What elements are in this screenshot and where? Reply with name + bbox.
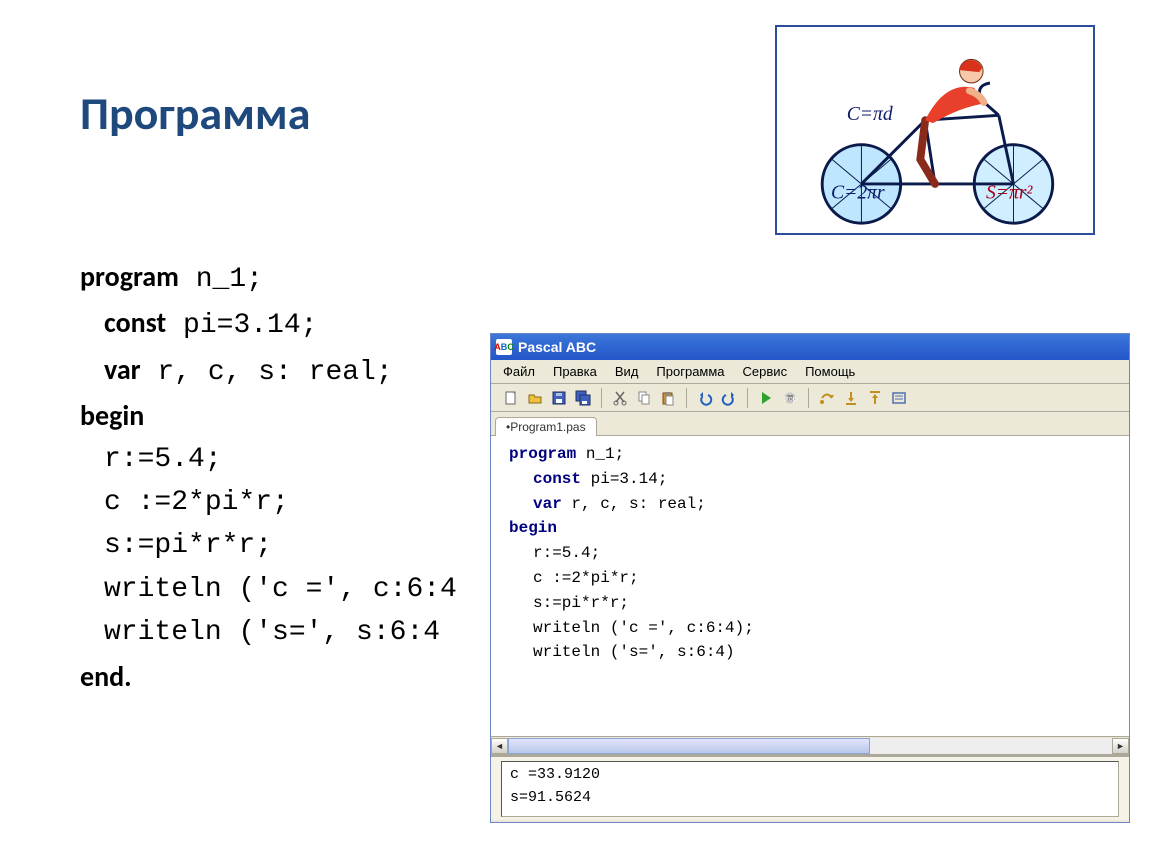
code-kw-program: program xyxy=(80,259,179,294)
editor-text: pi=3.14; xyxy=(581,470,667,488)
editor-text: writeln ('c =', c:6:4); xyxy=(509,616,1119,641)
editor-text: c :=2*pi*r; xyxy=(509,566,1119,591)
menu-help[interactable]: Помощь xyxy=(797,362,863,381)
scroll-thumb[interactable] xyxy=(508,738,870,754)
output-text: c =33.9120 s=91.5624 xyxy=(501,761,1119,817)
app-icon: ABC xyxy=(496,339,512,355)
code-text: r, c, s: real; xyxy=(141,357,393,388)
code-editor[interactable]: program n_1; const pi=3.14; var r, c, s:… xyxy=(491,436,1129,736)
new-file-icon[interactable] xyxy=(501,388,521,408)
step-into-icon[interactable] xyxy=(841,388,861,408)
trace-icon[interactable] xyxy=(889,388,909,408)
editor-text: s:=pi*r*r; xyxy=(509,591,1119,616)
save-all-icon[interactable] xyxy=(573,388,593,408)
source-code-listing: program n_1; const pi=3.14; var r, c, s:… xyxy=(80,255,457,698)
copy-icon[interactable] xyxy=(634,388,654,408)
stop-icon[interactable]: stop xyxy=(780,388,800,408)
step-over-icon[interactable] xyxy=(817,388,837,408)
editor-text: r:=5.4; xyxy=(509,541,1119,566)
menu-view[interactable]: Вид xyxy=(607,362,647,381)
code-text: n_1; xyxy=(179,264,263,295)
editor-text: writeln ('s=', s:6:4) xyxy=(509,640,1119,665)
tab-strip: •Program1.pas xyxy=(491,412,1129,436)
code-kw-begin: begin xyxy=(80,398,144,433)
code-text: s:=pi*r*r; xyxy=(80,524,457,567)
output-pane: c =33.9120 s=91.5624 xyxy=(491,754,1129,820)
file-tab[interactable]: •Program1.pas xyxy=(495,417,597,436)
menu-edit[interactable]: Правка xyxy=(545,362,605,381)
code-text: writeln ('s=', s:6:4 xyxy=(80,611,457,654)
cyclist-illustration: C=πd C=2πr S=πr² xyxy=(775,25,1095,235)
formula-left: C=2πr xyxy=(831,183,885,204)
undo-icon[interactable] xyxy=(695,388,715,408)
step-out-icon[interactable] xyxy=(865,388,885,408)
menu-bar: Файл Правка Вид Программа Сервис Помощь xyxy=(491,360,1129,384)
horizontal-scrollbar[interactable]: ◄ ► xyxy=(491,736,1129,754)
editor-kw: begin xyxy=(509,519,557,537)
code-text: writeln ('c =', c:6:4 xyxy=(80,568,457,611)
editor-kw: var xyxy=(533,495,562,513)
cut-icon[interactable] xyxy=(610,388,630,408)
slide-title: Программа xyxy=(80,86,310,142)
code-text: pi=3.14; xyxy=(166,310,317,341)
editor-text: r, c, s: real; xyxy=(562,495,706,513)
formula-right: S=πr² xyxy=(986,183,1033,204)
formula-top: C=πd xyxy=(847,104,893,125)
save-icon[interactable] xyxy=(549,388,569,408)
open-icon[interactable] xyxy=(525,388,545,408)
editor-text: n_1; xyxy=(576,445,624,463)
editor-kw: program xyxy=(509,445,576,463)
menu-program[interactable]: Программа xyxy=(648,362,732,381)
editor-kw: const xyxy=(533,470,581,488)
svg-text:stop: stop xyxy=(783,396,796,403)
code-kw-end: end. xyxy=(80,659,132,694)
paste-icon[interactable] xyxy=(658,388,678,408)
menu-service[interactable]: Сервис xyxy=(735,362,796,381)
window-title: Pascal ABC xyxy=(518,339,596,355)
toolbar: stop xyxy=(491,384,1129,412)
code-text: c :=2*pi*r; xyxy=(80,481,457,524)
code-kw-var: var xyxy=(104,352,141,387)
code-kw-const: const xyxy=(104,305,166,340)
redo-icon[interactable] xyxy=(719,388,739,408)
pascal-abc-window: ABC Pascal ABC Файл Правка Вид Программа… xyxy=(490,333,1130,823)
menu-file[interactable]: Файл xyxy=(495,362,543,381)
scroll-left-icon[interactable]: ◄ xyxy=(491,738,508,754)
title-bar[interactable]: ABC Pascal ABC xyxy=(491,334,1129,360)
scroll-right-icon[interactable]: ► xyxy=(1112,738,1129,754)
code-text: r:=5.4; xyxy=(80,438,457,481)
run-icon[interactable] xyxy=(756,388,776,408)
